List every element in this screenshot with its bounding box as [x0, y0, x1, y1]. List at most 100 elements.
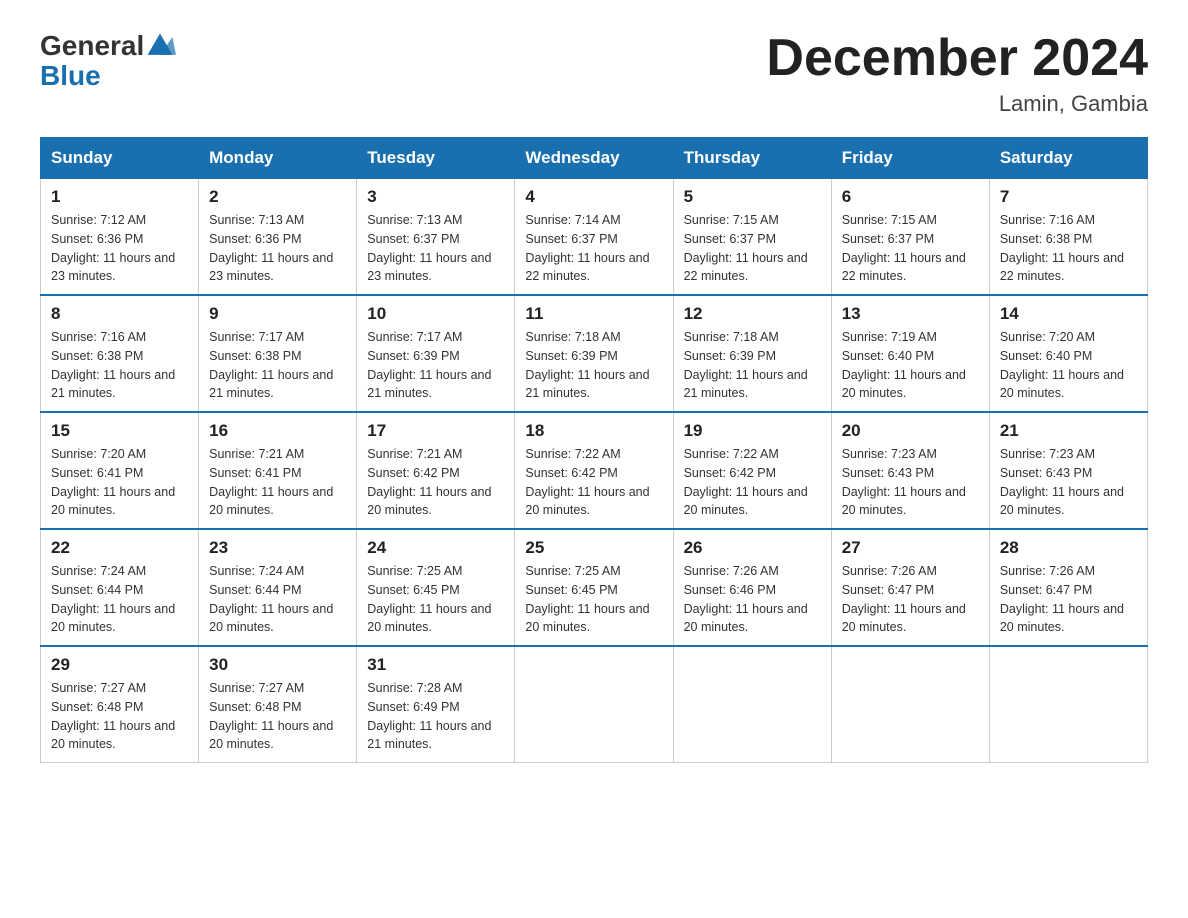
header-thursday: Thursday: [673, 138, 831, 179]
day-info: Sunrise: 7:25 AMSunset: 6:45 PMDaylight:…: [367, 564, 491, 634]
day-info: Sunrise: 7:17 AMSunset: 6:38 PMDaylight:…: [209, 330, 333, 400]
day-info: Sunrise: 7:25 AMSunset: 6:45 PMDaylight:…: [525, 564, 649, 634]
day-number: 10: [367, 304, 504, 324]
calendar-cell: 26 Sunrise: 7:26 AMSunset: 6:46 PMDaylig…: [673, 529, 831, 646]
day-info: Sunrise: 7:21 AMSunset: 6:42 PMDaylight:…: [367, 447, 491, 517]
day-info: Sunrise: 7:23 AMSunset: 6:43 PMDaylight:…: [842, 447, 966, 517]
day-number: 11: [525, 304, 662, 324]
day-number: 2: [209, 187, 346, 207]
calendar-header: SundayMondayTuesdayWednesdayThursdayFrid…: [41, 138, 1148, 179]
day-info: Sunrise: 7:19 AMSunset: 6:40 PMDaylight:…: [842, 330, 966, 400]
day-info: Sunrise: 7:22 AMSunset: 6:42 PMDaylight:…: [525, 447, 649, 517]
day-info: Sunrise: 7:13 AMSunset: 6:37 PMDaylight:…: [367, 213, 491, 283]
day-number: 6: [842, 187, 979, 207]
day-number: 29: [51, 655, 188, 675]
logo-row: General: [40, 30, 176, 62]
day-number: 31: [367, 655, 504, 675]
calendar-cell: 5 Sunrise: 7:15 AMSunset: 6:37 PMDayligh…: [673, 179, 831, 296]
header-sunday: Sunday: [41, 138, 199, 179]
calendar-cell: 19 Sunrise: 7:22 AMSunset: 6:42 PMDaylig…: [673, 412, 831, 529]
day-number: 24: [367, 538, 504, 558]
calendar-cell: 9 Sunrise: 7:17 AMSunset: 6:38 PMDayligh…: [199, 295, 357, 412]
calendar-cell: 23 Sunrise: 7:24 AMSunset: 6:44 PMDaylig…: [199, 529, 357, 646]
calendar-cell: [831, 646, 989, 763]
day-info: Sunrise: 7:22 AMSunset: 6:42 PMDaylight:…: [684, 447, 808, 517]
calendar-cell: 28 Sunrise: 7:26 AMSunset: 6:47 PMDaylig…: [989, 529, 1147, 646]
day-number: 16: [209, 421, 346, 441]
calendar-cell: 22 Sunrise: 7:24 AMSunset: 6:44 PMDaylig…: [41, 529, 199, 646]
day-number: 15: [51, 421, 188, 441]
day-info: Sunrise: 7:16 AMSunset: 6:38 PMDaylight:…: [1000, 213, 1124, 283]
calendar-cell: 31 Sunrise: 7:28 AMSunset: 6:49 PMDaylig…: [357, 646, 515, 763]
week-row-1: 1 Sunrise: 7:12 AMSunset: 6:36 PMDayligh…: [41, 179, 1148, 296]
day-number: 8: [51, 304, 188, 324]
day-info: Sunrise: 7:14 AMSunset: 6:37 PMDaylight:…: [525, 213, 649, 283]
calendar-cell: 2 Sunrise: 7:13 AMSunset: 6:36 PMDayligh…: [199, 179, 357, 296]
day-info: Sunrise: 7:18 AMSunset: 6:39 PMDaylight:…: [525, 330, 649, 400]
calendar-cell: 18 Sunrise: 7:22 AMSunset: 6:42 PMDaylig…: [515, 412, 673, 529]
day-number: 21: [1000, 421, 1137, 441]
day-number: 22: [51, 538, 188, 558]
calendar-cell: 30 Sunrise: 7:27 AMSunset: 6:48 PMDaylig…: [199, 646, 357, 763]
title-block: December 2024 Lamin, Gambia: [766, 30, 1148, 117]
day-number: 23: [209, 538, 346, 558]
day-number: 27: [842, 538, 979, 558]
day-number: 4: [525, 187, 662, 207]
day-info: Sunrise: 7:17 AMSunset: 6:39 PMDaylight:…: [367, 330, 491, 400]
header-monday: Monday: [199, 138, 357, 179]
day-info: Sunrise: 7:27 AMSunset: 6:48 PMDaylight:…: [51, 681, 175, 751]
calendar-cell: 10 Sunrise: 7:17 AMSunset: 6:39 PMDaylig…: [357, 295, 515, 412]
calendar-cell: 4 Sunrise: 7:14 AMSunset: 6:37 PMDayligh…: [515, 179, 673, 296]
calendar-cell: [989, 646, 1147, 763]
day-info: Sunrise: 7:13 AMSunset: 6:36 PMDaylight:…: [209, 213, 333, 283]
header-friday: Friday: [831, 138, 989, 179]
calendar-cell: 3 Sunrise: 7:13 AMSunset: 6:37 PMDayligh…: [357, 179, 515, 296]
calendar-cell: 1 Sunrise: 7:12 AMSunset: 6:36 PMDayligh…: [41, 179, 199, 296]
day-info: Sunrise: 7:28 AMSunset: 6:49 PMDaylight:…: [367, 681, 491, 751]
calendar-cell: 16 Sunrise: 7:21 AMSunset: 6:41 PMDaylig…: [199, 412, 357, 529]
week-row-5: 29 Sunrise: 7:27 AMSunset: 6:48 PMDaylig…: [41, 646, 1148, 763]
day-info: Sunrise: 7:20 AMSunset: 6:40 PMDaylight:…: [1000, 330, 1124, 400]
header-saturday: Saturday: [989, 138, 1147, 179]
logo-icon: [144, 30, 176, 62]
calendar-cell: 15 Sunrise: 7:20 AMSunset: 6:41 PMDaylig…: [41, 412, 199, 529]
day-number: 17: [367, 421, 504, 441]
day-number: 19: [684, 421, 821, 441]
day-info: Sunrise: 7:26 AMSunset: 6:47 PMDaylight:…: [1000, 564, 1124, 634]
day-number: 18: [525, 421, 662, 441]
day-info: Sunrise: 7:20 AMSunset: 6:41 PMDaylight:…: [51, 447, 175, 517]
week-row-3: 15 Sunrise: 7:20 AMSunset: 6:41 PMDaylig…: [41, 412, 1148, 529]
month-title: December 2024: [766, 30, 1148, 87]
day-info: Sunrise: 7:15 AMSunset: 6:37 PMDaylight:…: [842, 213, 966, 283]
calendar-cell: 6 Sunrise: 7:15 AMSunset: 6:37 PMDayligh…: [831, 179, 989, 296]
calendar-cell: 14 Sunrise: 7:20 AMSunset: 6:40 PMDaylig…: [989, 295, 1147, 412]
day-number: 26: [684, 538, 821, 558]
calendar-table: SundayMondayTuesdayWednesdayThursdayFrid…: [40, 137, 1148, 763]
day-info: Sunrise: 7:26 AMSunset: 6:46 PMDaylight:…: [684, 564, 808, 634]
day-number: 14: [1000, 304, 1137, 324]
header-wednesday: Wednesday: [515, 138, 673, 179]
day-info: Sunrise: 7:24 AMSunset: 6:44 PMDaylight:…: [209, 564, 333, 634]
header-row: SundayMondayTuesdayWednesdayThursdayFrid…: [41, 138, 1148, 179]
day-number: 13: [842, 304, 979, 324]
day-info: Sunrise: 7:12 AMSunset: 6:36 PMDaylight:…: [51, 213, 175, 283]
day-number: 12: [684, 304, 821, 324]
page-header: General Blue December 2024 Lamin, Gambia: [40, 30, 1148, 117]
logo-blue: Blue: [40, 62, 176, 90]
calendar-cell: 8 Sunrise: 7:16 AMSunset: 6:38 PMDayligh…: [41, 295, 199, 412]
calendar-cell: [673, 646, 831, 763]
week-row-4: 22 Sunrise: 7:24 AMSunset: 6:44 PMDaylig…: [41, 529, 1148, 646]
day-number: 20: [842, 421, 979, 441]
calendar-cell: 21 Sunrise: 7:23 AMSunset: 6:43 PMDaylig…: [989, 412, 1147, 529]
day-info: Sunrise: 7:23 AMSunset: 6:43 PMDaylight:…: [1000, 447, 1124, 517]
week-row-2: 8 Sunrise: 7:16 AMSunset: 6:38 PMDayligh…: [41, 295, 1148, 412]
logo-block: General Blue: [40, 30, 176, 90]
day-info: Sunrise: 7:27 AMSunset: 6:48 PMDaylight:…: [209, 681, 333, 751]
day-info: Sunrise: 7:15 AMSunset: 6:37 PMDaylight:…: [684, 213, 808, 283]
day-info: Sunrise: 7:21 AMSunset: 6:41 PMDaylight:…: [209, 447, 333, 517]
calendar-cell: 13 Sunrise: 7:19 AMSunset: 6:40 PMDaylig…: [831, 295, 989, 412]
calendar-cell: 24 Sunrise: 7:25 AMSunset: 6:45 PMDaylig…: [357, 529, 515, 646]
calendar-cell: 17 Sunrise: 7:21 AMSunset: 6:42 PMDaylig…: [357, 412, 515, 529]
location-title: Lamin, Gambia: [766, 91, 1148, 117]
day-number: 3: [367, 187, 504, 207]
